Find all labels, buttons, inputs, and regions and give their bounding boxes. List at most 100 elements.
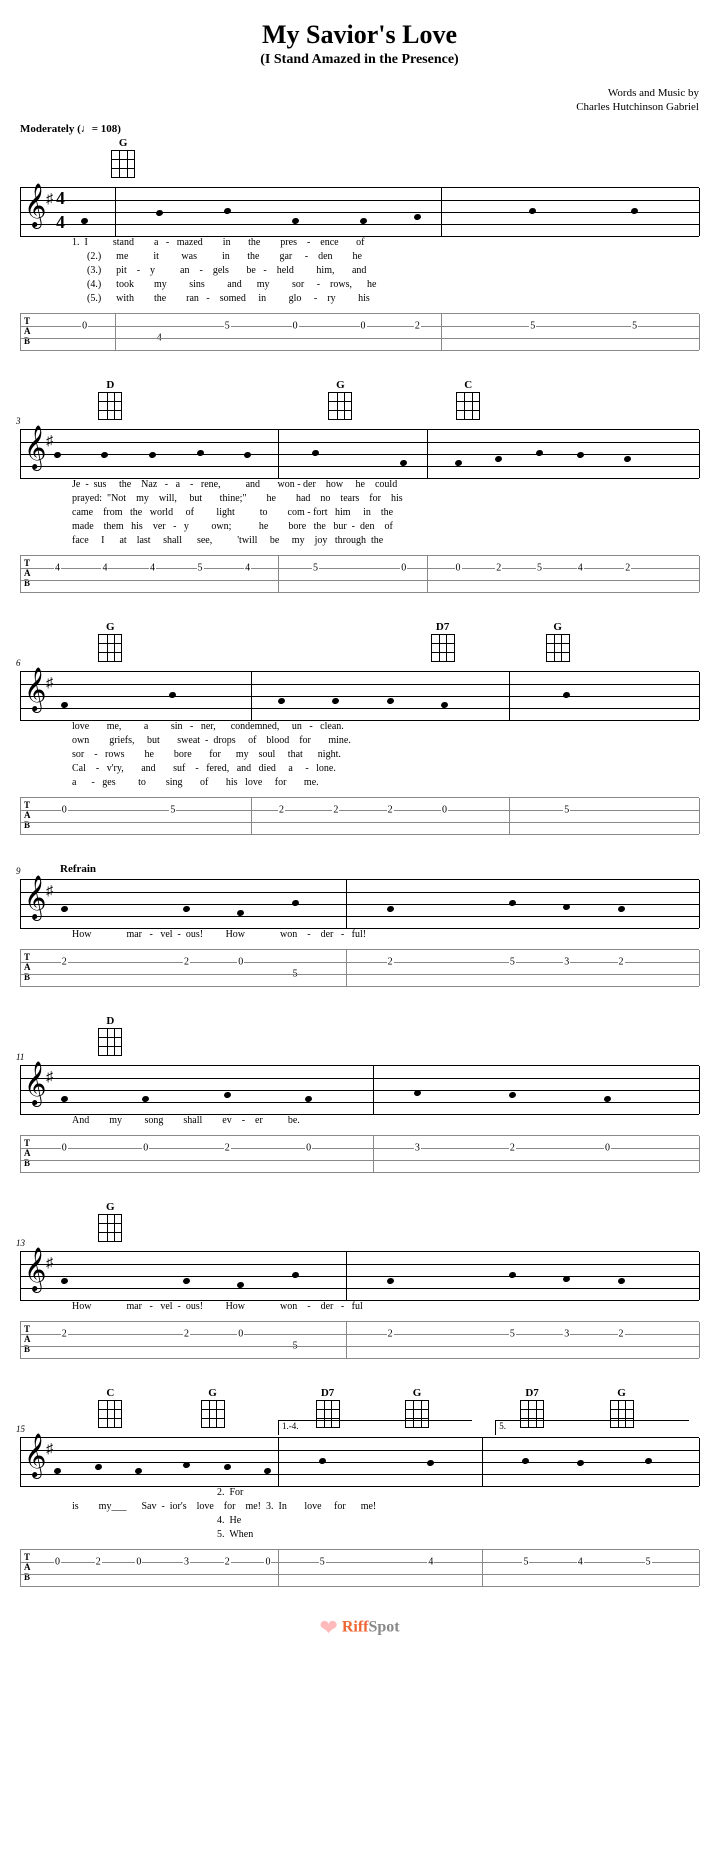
tab-fret: 0 <box>305 1142 312 1153</box>
chord-diagram <box>456 392 480 420</box>
chord-name: G <box>610 1387 634 1399</box>
staff: 11𝄞♯ <box>20 1065 699 1115</box>
tab-fret: 0 <box>237 956 244 967</box>
key-signature: ♯ <box>46 434 53 450</box>
chord-diagram <box>328 392 352 420</box>
credits-line1: Words and Music by <box>608 87 699 99</box>
chord-name: G <box>201 1387 225 1399</box>
heart-icon: ❤ <box>319 1615 337 1640</box>
lyric-line: 5. When <box>72 1529 699 1543</box>
treble-clef-icon: 𝄞 <box>24 1432 46 1480</box>
tab-fret: 5 <box>536 562 543 573</box>
tab-staff: TAB444545002542 <box>20 555 699 593</box>
chord-diagram <box>98 392 122 420</box>
lyric-line: 4. He <box>72 1515 699 1529</box>
system-3: G D7 G 6𝄞♯love me, a sin - ner, condemne… <box>20 621 699 835</box>
lyric-line: a - ges to sing of his love for me. <box>72 777 699 791</box>
staff: 9𝄞♯ <box>20 879 699 929</box>
chord-name: D7 <box>316 1387 340 1399</box>
treble-clef-icon: 𝄞 <box>24 182 46 230</box>
chord-name: G <box>546 621 570 633</box>
tab-fret: 4 <box>244 562 251 573</box>
tab-fret: 0 <box>360 320 367 331</box>
lyric-line: face I at last shall see, 'twill be my j… <box>72 535 699 549</box>
tab-fret: 3 <box>183 1556 190 1567</box>
tab-fret: 0 <box>292 320 299 331</box>
tab-fret: 5 <box>529 320 536 331</box>
tab-label: TAB <box>24 1138 31 1168</box>
chord-diagram <box>98 634 122 662</box>
measure-number: 9 <box>16 866 21 876</box>
lyric-line: (4.) took my sins and my sor - rows, he <box>72 279 699 293</box>
tab-staff: TAB0020320 <box>20 1135 699 1173</box>
chord-diagram <box>201 1400 225 1428</box>
tab-fret: 4 <box>577 562 584 573</box>
tab-fret: 0 <box>441 804 448 815</box>
chord-D: D <box>98 379 122 420</box>
chord-row: G D7 G <box>60 621 699 671</box>
tab-fret: 2 <box>618 1328 625 1339</box>
tab-fret: 4 <box>577 1556 584 1567</box>
staff: 3𝄞♯ <box>20 429 699 479</box>
key-signature: ♯ <box>46 884 53 900</box>
chord-name: G <box>405 1387 429 1399</box>
tab-fret: 2 <box>61 956 68 967</box>
lyric-line: (5.) with the ran - somed in glo - ry hi… <box>72 293 699 307</box>
treble-clef-icon: 𝄞 <box>24 1060 46 1108</box>
ending-bracket: 5. <box>495 1420 689 1435</box>
system-1: G 𝄞♯441. I stand a - mazed in the pres -… <box>20 137 699 351</box>
chord-C: C <box>456 379 480 420</box>
system-7: C G D7 G D7 G 15𝄞♯1.-4.5. 2. Foris my___… <box>20 1387 699 1587</box>
tab-fret: 0 <box>604 1142 611 1153</box>
tab-fret: 3 <box>414 1142 421 1153</box>
tab-fret: 4 <box>427 1556 434 1567</box>
tab-fret: 5 <box>563 804 570 815</box>
lyric-line: How mar - vel - ous! How won - der - ful… <box>72 929 699 943</box>
footer-logo: ❤ RiffSpot <box>20 1615 699 1641</box>
key-signature: ♯ <box>46 1070 53 1086</box>
lyric-line: made them his ver - y own; he bore the b… <box>72 521 699 535</box>
chord-name: C <box>456 379 480 391</box>
lyric-line: came from the world of light to com - fo… <box>72 507 699 521</box>
key-signature: ♯ <box>46 1442 53 1458</box>
tab-label: TAB <box>24 1324 31 1354</box>
chord-name: D7 <box>431 621 455 633</box>
lyric-line: And my song shall ev - er be. <box>72 1115 699 1129</box>
credits-line2: Charles Hutchinson Gabriel <box>576 101 699 113</box>
treble-clef-icon: 𝄞 <box>24 1246 46 1294</box>
tab-fret: 0 <box>400 562 407 573</box>
tab-fret: 2 <box>95 1556 102 1567</box>
tab-label: TAB <box>24 1552 31 1582</box>
chord-D: D <box>98 1015 122 1056</box>
tab-fret: 2 <box>509 1142 516 1153</box>
tab-fret: 0 <box>264 1556 271 1567</box>
measure-number: 3 <box>16 416 21 426</box>
chord-C: C <box>98 1387 122 1428</box>
lyric-line: 1. I stand a - mazed in the pres - ence … <box>72 237 699 251</box>
chord-row: D <box>60 1015 699 1065</box>
lyrics: 2. Foris my___ Sav - ior's love for me! … <box>72 1487 699 1543</box>
tab-fret: 0 <box>61 804 68 815</box>
chord-G: G <box>546 621 570 662</box>
chord-G: G <box>111 137 135 178</box>
tab-fret: 2 <box>387 956 394 967</box>
tab-fret: 5 <box>197 562 204 573</box>
brand-spot: Spot <box>368 1618 399 1635</box>
tab-label: TAB <box>24 800 31 830</box>
tab-fret: 0 <box>237 1328 244 1339</box>
lyrics: How mar - vel - ous! How won - der - ful <box>72 1301 699 1315</box>
tab-fret: 2 <box>183 1328 190 1339</box>
tab-fret: 5 <box>645 1556 652 1567</box>
tab-fret: 0 <box>135 1556 142 1567</box>
tab-fret: 5 <box>292 968 299 979</box>
tab-staff: TAB04500255 <box>20 313 699 351</box>
chord-name: D <box>98 379 122 391</box>
tab-fret: 5 <box>312 562 319 573</box>
treble-clef-icon: 𝄞 <box>24 424 46 472</box>
chord-diagram <box>431 634 455 662</box>
tab-fret: 2 <box>61 1328 68 1339</box>
lyric-line: (2.) me it was in the gar - den he <box>72 251 699 265</box>
key-signature: ♯ <box>46 676 53 692</box>
ending-bracket: 1.-4. <box>278 1420 472 1435</box>
tab-fret: 5 <box>169 804 176 815</box>
